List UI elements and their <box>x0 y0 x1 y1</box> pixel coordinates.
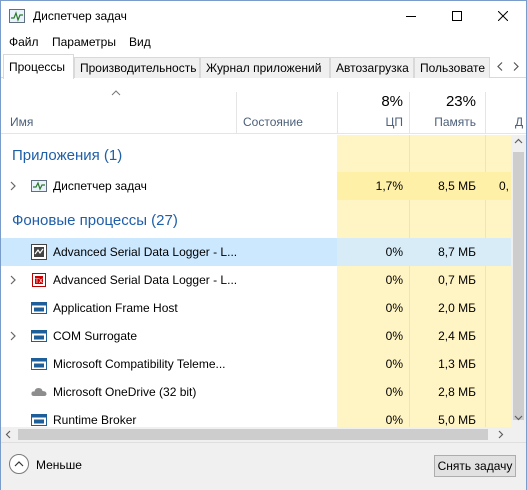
process-cpu: 0% <box>385 329 403 343</box>
vertical-scrollbar[interactable] <box>511 135 526 427</box>
process-cpu: 0% <box>385 245 403 259</box>
window-icon <box>30 327 48 345</box>
process-name: Runtime Broker <box>53 413 137 427</box>
process-row[interactable]: Runtime Broker 0% 5,0 МБ <box>1 406 511 427</box>
fewer-details-button[interactable] <box>9 454 29 474</box>
menu-bar: Файл Параметры Вид <box>1 32 526 52</box>
process-cpu: 0% <box>385 385 403 399</box>
process-row[interactable]: Application Frame Host 0% 2,0 МБ <box>1 294 511 322</box>
scroll-up-icon[interactable] <box>514 138 523 144</box>
process-cpu: 0% <box>385 413 403 427</box>
task-manager-icon <box>9 9 25 23</box>
maximize-icon <box>452 11 462 21</box>
tab-strip: Процессы Производительность Журнал прило… <box>1 54 526 79</box>
footer: Меньше Снять задачу <box>1 442 526 490</box>
process-row[interactable]: Microsoft OneDrive (32 bit) 0% 2,8 МБ <box>1 378 511 406</box>
process-name: COM Surrogate <box>53 329 138 343</box>
menu-file[interactable]: Файл <box>9 35 39 49</box>
window-icon <box>30 411 48 427</box>
tab-scroll-right[interactable] <box>508 57 524 75</box>
tab-performance[interactable]: Производительность <box>74 57 200 78</box>
process-memory: 8,5 МБ <box>438 179 476 193</box>
chevron-right-icon[interactable] <box>10 331 16 341</box>
process-row[interactable]: Advanced Serial Data Logger - L... 0% 8,… <box>1 238 511 266</box>
column-disk[interactable]: Д <box>515 115 525 129</box>
memory-percent[interactable]: 23% <box>411 93 476 110</box>
window-title: Диспетчер задач <box>33 9 127 23</box>
menu-options[interactable]: Параметры <box>52 35 116 49</box>
svg-text:TX: TX <box>34 278 43 285</box>
process-memory: 2,4 МБ <box>438 329 476 343</box>
process-memory: 8,7 МБ <box>438 245 476 259</box>
column-divider[interactable] <box>236 92 237 134</box>
process-memory: 2,0 МБ <box>438 301 476 315</box>
scroll-corner <box>511 427 526 442</box>
close-icon <box>498 11 508 21</box>
process-disk: 0, <box>499 179 510 193</box>
process-row[interactable]: TX Advanced Serial Data Logger - L... 0%… <box>1 266 511 294</box>
close-button[interactable] <box>480 1 526 31</box>
cloud-icon <box>30 383 48 401</box>
column-divider[interactable] <box>485 92 486 134</box>
process-name: Application Frame Host <box>53 301 178 315</box>
process-cpu: 1,7% <box>375 179 403 193</box>
process-memory: 5,0 МБ <box>438 413 476 427</box>
process-row[interactable]: Диспетчер задач 1,7% 8,5 МБ 0, <box>1 172 511 200</box>
tab-scroll-left[interactable] <box>492 57 508 75</box>
minimize-button[interactable] <box>388 1 434 31</box>
end-task-button[interactable]: Снять задачу <box>434 455 516 477</box>
process-row[interactable]: Microsoft Compatibility Teleme... 0% 1,3… <box>1 350 511 378</box>
cpu-percent[interactable]: 8% <box>341 93 403 110</box>
sort-up-icon[interactable] <box>111 90 121 96</box>
column-memory[interactable]: Память <box>411 115 476 129</box>
task-manager-icon <box>30 177 48 195</box>
window-icon <box>30 299 48 317</box>
chevron-right-icon[interactable] <box>10 275 16 285</box>
horizontal-scrollbar[interactable] <box>1 427 511 442</box>
vertical-scroll-thumb[interactable] <box>513 152 524 420</box>
data-logger-red-icon: TX <box>30 271 48 289</box>
tab-app-history[interactable]: Журнал приложений <box>200 57 330 78</box>
menu-view[interactable]: Вид <box>129 35 151 49</box>
chevron-right-icon <box>513 61 519 71</box>
process-name: Advanced Serial Data Logger - L... <box>53 273 238 287</box>
tab-users[interactable]: Пользовате <box>414 57 490 78</box>
data-logger-icon <box>30 243 48 261</box>
process-cpu: 0% <box>385 273 403 287</box>
minimize-icon <box>406 16 416 17</box>
process-memory: 2,8 МБ <box>438 385 476 399</box>
tab-processes[interactable]: Процессы <box>3 54 74 79</box>
chevron-left-icon <box>497 61 503 71</box>
process-name: Диспетчер задач <box>53 179 147 193</box>
column-divider[interactable] <box>409 92 410 134</box>
process-cpu: 0% <box>385 301 403 315</box>
process-cpu: 0% <box>385 357 403 371</box>
process-name: Advanced Serial Data Logger - L... <box>53 245 238 259</box>
chevron-up-icon <box>14 461 24 467</box>
process-memory: 0,7 МБ <box>438 273 476 287</box>
process-memory: 1,3 МБ <box>438 357 476 371</box>
chevron-right-icon[interactable] <box>10 181 16 191</box>
scroll-down-icon[interactable] <box>514 415 523 421</box>
task-manager-window: Диспетчер задач Файл Параметры Вид Проце… <box>0 0 527 490</box>
title-bar[interactable]: Диспетчер задач <box>1 1 526 31</box>
process-list: Приложения (1) Диспетчер задач 1,7% 8,5 … <box>1 135 511 427</box>
scroll-left-icon[interactable] <box>5 430 11 439</box>
column-divider[interactable] <box>337 92 338 134</box>
group-apps-title: Приложения (1) <box>12 147 123 164</box>
column-header: Имя Состояние 8% ЦП 23% Память Д <box>1 78 526 134</box>
fewer-details-label[interactable]: Меньше <box>36 458 82 472</box>
column-state[interactable]: Состояние <box>243 115 303 129</box>
tab-startup[interactable]: Автозагрузка <box>330 57 414 78</box>
process-row[interactable]: COM Surrogate 0% 2,4 МБ <box>1 322 511 350</box>
process-name: Microsoft Compatibility Teleme... <box>53 357 226 371</box>
scroll-right-icon[interactable] <box>498 430 504 439</box>
column-name[interactable]: Имя <box>10 115 33 129</box>
window-icon <box>30 355 48 373</box>
group-background-title: Фоновые процессы (27) <box>12 212 178 229</box>
horizontal-scroll-thumb[interactable] <box>18 429 488 440</box>
maximize-button[interactable] <box>434 1 480 31</box>
process-name: Microsoft OneDrive (32 bit) <box>53 385 197 399</box>
column-cpu[interactable]: ЦП <box>341 115 403 129</box>
